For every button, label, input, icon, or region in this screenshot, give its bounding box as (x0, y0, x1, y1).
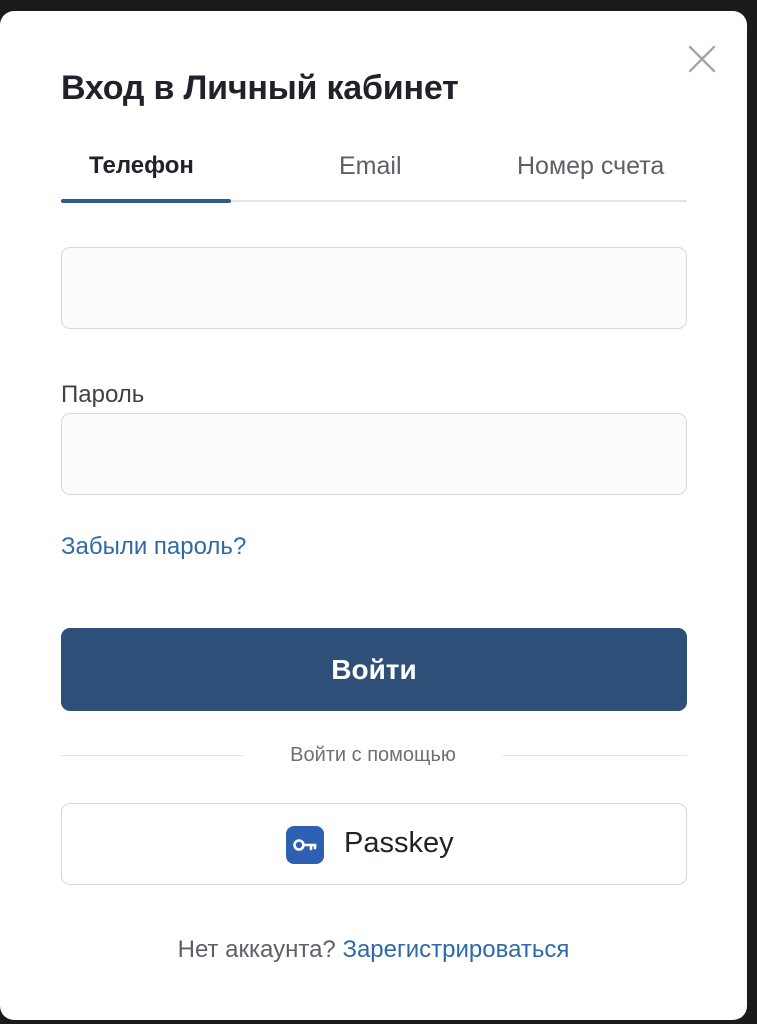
key-icon (286, 826, 324, 864)
modal-title: Вход в Личный кабинет (61, 69, 459, 107)
divider-left (61, 755, 243, 756)
tab-email[interactable]: Email (339, 149, 402, 200)
phone-field[interactable] (61, 247, 687, 329)
active-tab-indicator (61, 199, 231, 203)
register-link[interactable]: Зарегистрироваться (342, 936, 569, 963)
tab-phone[interactable]: Телефон (89, 149, 194, 200)
passkey-button[interactable]: Passkey (61, 803, 687, 885)
login-method-tabs: Телефон Email Номер счета (61, 149, 687, 203)
password-field[interactable] (61, 413, 687, 495)
login-modal: Вход в Личный кабинет Телефон Email Номе… (0, 11, 747, 1020)
alt-login-divider-text: Войти с помощью (290, 744, 456, 766)
register-prompt: Нет аккаунта? Зарегистрироваться (0, 936, 747, 964)
close-icon (688, 45, 716, 73)
close-button[interactable] (684, 41, 720, 77)
login-button[interactable]: Войти (61, 628, 687, 711)
phone-input[interactable] (62, 248, 686, 328)
no-account-text: Нет аккаунта? (177, 936, 336, 963)
divider-right (503, 755, 687, 756)
tab-account-number[interactable]: Номер счета (517, 149, 664, 200)
password-input[interactable] (62, 414, 686, 494)
passkey-label: Passkey (344, 827, 454, 859)
forgot-password-link[interactable]: Забыли пароль? (61, 533, 246, 561)
password-label: Пароль (61, 381, 145, 408)
